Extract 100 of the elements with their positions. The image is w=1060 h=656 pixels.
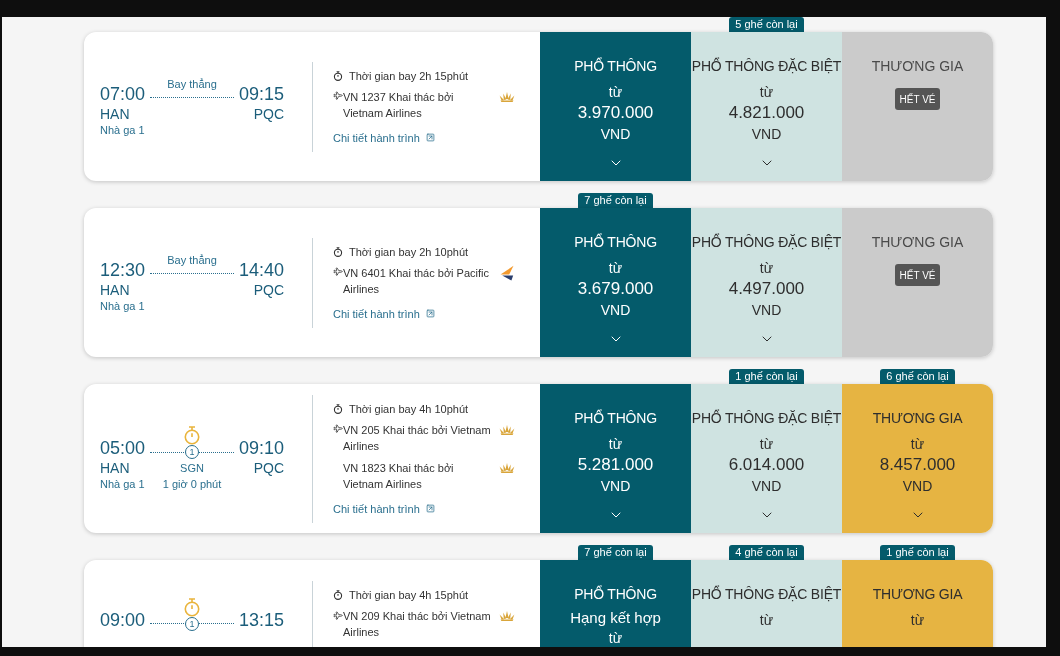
currency-label: VND [751,301,782,320]
from-label: từ [759,83,774,102]
airport-code: PQC [253,104,284,123]
fare-option[interactable]: PHỔ THÔNG ĐẶC BIỆT từ [691,560,842,647]
from-label: từ [608,629,623,647]
currency-label: VND [902,477,933,496]
sold-out-tag: HẾT VÉ [894,264,941,286]
currency-label: VND [600,301,631,320]
cabin-name: THƯƠNG GIA [871,233,964,252]
stopwatch-icon [333,70,343,81]
stopwatch-icon [333,590,343,600]
from-label: từ [759,611,774,630]
fare-option[interactable]: PHỔ THÔNG ĐẶC BIỆT từ 4.821.000 VND [691,32,842,181]
fare-price: 6.014.000 [728,454,805,476]
currency-label: VND [751,125,782,144]
fare-price: 4.497.000 [728,278,805,300]
seats-left-badge: 4 ghế còn lại [729,545,804,560]
fare-option[interactable]: THƯƠNG GIA từ 8.457.000 VND [842,384,993,533]
itinerary-link[interactable]: Chi tiết hành trình [333,501,435,516]
fare-option[interactable]: THƯƠNG GIA HẾT VÉ [842,208,993,357]
fare-option[interactable]: PHỔ THÔNG Hạng kết hợp từ [540,560,691,647]
route-type-label: Bay thẳng [167,76,217,91]
seats-left-badge: 1 ghế còn lại [729,369,804,384]
stopwatch-icon [184,597,200,617]
airport-code: HAN [100,104,131,123]
cabin-name: PHỔ THÔNG [574,584,657,604]
fare-option[interactable]: PHỔ THÔNG từ 3.679.000 VND [540,208,691,357]
cabin-name: PHỔ THÔNG ĐẶC BIỆT [691,408,842,428]
cabin-name: PHỔ THÔNG [574,56,657,76]
stop-count: 1 [185,445,199,459]
from-label: từ [608,83,623,102]
seats-left-badge: 1 ghế còn lại [880,545,955,560]
stop-count: 1 [185,616,199,631]
fare-option[interactable]: PHỔ THÔNG từ 3.970.000 VND [540,32,691,181]
departure-time: 05:00 [100,437,146,459]
seats-left-badge: 6 ghế còn lại [880,369,955,384]
cabin-name: PHỔ THÔNG [574,232,657,252]
cabin-name: PHỔ THÔNG ĐẶC BIỆT [691,232,842,252]
route-type-label: Bay thẳng [167,252,217,267]
sold-out-tag: HẾT VÉ [894,88,941,110]
cabin-name: THƯƠNG GIA [872,585,963,604]
terminal-label: Nhà ga 1 [100,298,146,313]
fare-option[interactable]: PHỔ THÔNG ĐẶC BIỆT từ 4.497.000 VND [691,208,842,357]
fare-option[interactable]: THƯƠNG GIA từ [842,560,993,647]
flight-duration: Thời gian bay 4h 15phút [349,588,469,602]
operator-info: VN 1823 Khai thác bởi Vietnam Airlines [343,460,455,492]
currency-label: VND [751,477,782,496]
stopwatch-icon [333,403,343,414]
arrival-time: 14:40 [238,258,284,281]
operator-info: VN 205 Khai thác bởi Vietnam Airlines [343,422,492,454]
fare-option[interactable]: THƯƠNG GIA HẾT VÉ [842,32,993,181]
stopwatch-icon [333,246,343,257]
cabin-name: THƯƠNG GIA [872,409,963,428]
fare-option[interactable]: PHỔ THÔNG từ 5.281.000 VND [540,384,691,533]
fare-price: 4.821.000 [728,102,805,124]
terminal-label: Nhà ga 1 [100,122,146,137]
stopover-airport: SGN [180,461,204,476]
flight-duration: Thời gian bay 4h 10phút [349,401,469,416]
operator-info: VN 1237 Khai thác bởi Vietnam Airlines [343,89,455,121]
flight-duration: Thời gian bay 2h 15phút [349,68,469,83]
from-label: từ [910,435,925,454]
arrival-time: 09:10 [238,437,284,459]
departure-time: 09:00 [100,608,146,631]
currency-label: VND [600,477,631,496]
itinerary-link[interactable]: Chi tiết hành trình [333,130,435,145]
cabin-subtitle: Hạng kết hợp [570,608,661,628]
itinerary-link[interactable]: Chi tiết hành trình [333,306,435,321]
departure-time: 07:00 [100,82,146,105]
from-label: từ [759,259,774,278]
seats-left-badge: 7 ghế còn lại [578,545,653,560]
cabin-name: THƯƠNG GIA [871,57,964,76]
fare-option[interactable]: PHỔ THÔNG ĐẶC BIỆT từ 6.014.000 VND [691,384,842,533]
external-link-icon [425,504,435,513]
arrival-time: 13:15 [238,608,284,631]
cabin-name: PHỔ THÔNG [574,408,657,428]
departure-time: 12:30 [100,258,146,281]
cabin-name: PHỔ THÔNG ĐẶC BIỆT [691,584,842,604]
operator-info: VN 209 Khai thác bởi Vietnam Airlines [343,609,492,640]
cabin-name: PHỔ THÔNG ĐẶC BIỆT [691,56,842,76]
seats-left-badge: 5 ghế còn lại [729,17,804,32]
layover-duration: 1 giờ 0 phút [162,477,222,491]
external-link-icon [425,309,435,318]
from-label: từ [608,435,623,454]
arrival-time: 09:15 [238,82,284,105]
terminal-label: Nhà ga 1 [100,477,146,491]
from-label: từ [759,435,774,454]
external-link-icon [425,133,435,142]
fare-price: 8.457.000 [879,454,956,476]
fare-price: 5.281.000 [577,454,654,476]
airport-code: PQC [253,459,284,477]
operator-info: VN 6401 Khai thác bởi Pacific Airlines [343,265,490,297]
from-label: từ [910,611,925,630]
airport-code: HAN [100,280,131,299]
currency-label: VND [600,125,631,144]
airport-code: HAN [100,459,131,477]
seats-left-badge: 7 ghế còn lại [578,193,653,208]
airport-code: PQC [253,280,284,299]
from-label: từ [608,259,623,278]
fare-price: 3.970.000 [577,102,654,124]
fare-price: 3.679.000 [577,278,654,300]
